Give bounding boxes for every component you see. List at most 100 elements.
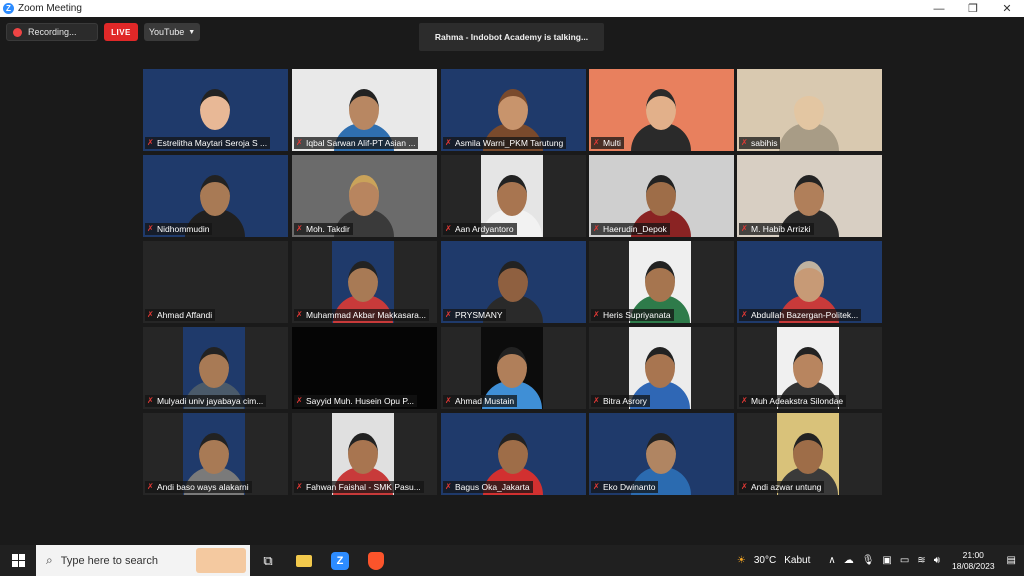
participant-tile[interactable]: ✗ sabihis xyxy=(737,69,882,151)
participant-face xyxy=(794,89,824,130)
participant-name-label: ✗ Fahwan Faishal - SMK Pasu... xyxy=(294,481,424,493)
participant-face xyxy=(349,175,379,216)
muted-mic-icon: ✗ xyxy=(147,396,154,405)
participant-name: Muh Adeakstra Silondae xyxy=(751,396,844,406)
windows-logo-icon xyxy=(11,554,25,567)
muted-mic-icon: ✗ xyxy=(296,138,303,147)
live-badge[interactable]: LIVE xyxy=(104,23,138,41)
monitor-icon[interactable]: ▣ xyxy=(882,555,891,566)
participant-face xyxy=(793,433,823,474)
participant-tile[interactable]: ✗ Heris Supriyanata xyxy=(589,241,734,323)
participant-name: Muhammad Akbar Makkasara... xyxy=(306,310,426,320)
participant-face xyxy=(199,433,229,474)
windows-taskbar: ⌕ Type here to search ⧉ Z ☀ 30°C Kabut ∧… xyxy=(0,545,1024,576)
participant-tile[interactable]: ✗ Fahwan Faishal - SMK Pasu... xyxy=(292,413,437,495)
stream-target-dropdown[interactable]: YouTube ▼ xyxy=(144,23,200,41)
participant-face xyxy=(200,175,230,216)
brave-browser-icon[interactable] xyxy=(358,545,394,576)
weather-temp[interactable]: 30°C xyxy=(754,555,776,566)
participant-tile[interactable]: ✗ Andi baso ways alakarni xyxy=(143,413,288,495)
participant-name: Mulyadi univ jayabaya cim... xyxy=(157,396,264,406)
participant-name-label: ✗ Ahmad Affandi xyxy=(145,309,216,321)
participant-name-label: ✗ M. Habib Arrizki xyxy=(739,223,814,235)
participant-name: Bagus Oka_Jakarta xyxy=(455,482,530,492)
participant-tile[interactable]: ✗ Ahmad Affandi xyxy=(143,241,288,323)
participant-name-label: ✗ Haerudin_Depok xyxy=(591,223,670,235)
participant-tile[interactable]: ✗ Nidhommudin xyxy=(143,155,288,237)
muted-mic-icon: ✗ xyxy=(593,224,600,233)
participant-face xyxy=(497,347,527,388)
muted-mic-icon: ✗ xyxy=(296,224,303,233)
zoom-app-icon[interactable]: Z xyxy=(322,545,358,576)
notification-icon[interactable]: ▤ xyxy=(1007,555,1016,566)
battery-icon[interactable]: ▭ xyxy=(900,555,909,566)
participant-face xyxy=(200,89,230,130)
muted-mic-icon: ✗ xyxy=(296,396,303,405)
participant-name-label: ✗ Andi baso ways alakarni xyxy=(145,481,252,493)
participant-name-label: ✗ Heris Supriyanata xyxy=(591,309,674,321)
participant-face xyxy=(498,261,528,302)
task-view-icon[interactable]: ⧉ xyxy=(250,545,286,576)
file-explorer-icon[interactable] xyxy=(286,545,322,576)
participant-tile[interactable]: ✗ Muh Adeakstra Silondae xyxy=(737,327,882,409)
participant-tile[interactable]: ✗ Mulyadi univ jayabaya cim... xyxy=(143,327,288,409)
participant-face xyxy=(498,433,528,474)
participant-name: Ahmad Affandi xyxy=(157,310,213,320)
muted-mic-icon: ✗ xyxy=(445,224,452,233)
participant-tile[interactable]: ✗ Muhammad Akbar Makkasara... xyxy=(292,241,437,323)
participant-tile[interactable]: ✗ PRYSMANY xyxy=(441,241,586,323)
microphone-icon[interactable]: 🎙︎ xyxy=(862,555,875,566)
participant-name-label: ✗ Sayyid Muh. Husein Opu P... xyxy=(294,395,418,407)
chevron-up-icon[interactable]: ∧ xyxy=(828,555,835,566)
muted-mic-icon: ✗ xyxy=(445,396,452,405)
participant-name-label: ✗ Bitra Asrory xyxy=(591,395,650,407)
participant-name-label: ✗ Muh Adeakstra Silondae xyxy=(739,395,847,407)
participant-tile[interactable]: ✗ Sayyid Muh. Husein Opu P... xyxy=(292,327,437,409)
muted-mic-icon: ✗ xyxy=(445,138,452,147)
minimize-button[interactable]: — xyxy=(922,0,956,17)
participant-tile[interactable]: ✗ Abdullah Bazergan-Politek... xyxy=(737,241,882,323)
close-button[interactable]: ✕ xyxy=(990,0,1024,17)
participant-name-label: ✗ PRYSMANY xyxy=(443,309,506,321)
cloud-recording-icon xyxy=(13,27,22,37)
weather-desc[interactable]: Kabut xyxy=(784,555,810,566)
participant-tile[interactable]: ✗ Iqbal Sarwan Alif-PT Asian ... xyxy=(292,69,437,151)
recording-label: Recording... xyxy=(28,27,77,37)
participant-tile[interactable]: ✗ Estrelitha Maytari Seroja S ... xyxy=(143,69,288,151)
participant-face xyxy=(348,433,378,474)
cloud-icon[interactable]: ☁ xyxy=(844,555,854,566)
participant-tile[interactable]: ✗ Eko Dwinanto xyxy=(589,413,734,495)
caret-down-icon: ▼ xyxy=(188,28,196,36)
participant-tile[interactable]: ✗ Haerudin_Depok xyxy=(589,155,734,237)
meeting-area: Recording... LIVE YouTube ▼ Rahma - Indo… xyxy=(0,17,1024,545)
participant-tile[interactable]: ✗ Ahmad Mustain xyxy=(441,327,586,409)
participant-tile[interactable]: ✗ M. Habib Arrizki xyxy=(737,155,882,237)
wifi-icon[interactable]: ≋ xyxy=(917,555,925,566)
participant-tile[interactable]: ✗ Asmila Warni_PKM Tarutung xyxy=(441,69,586,151)
active-speaker-banner: Rahma - Indobot Academy is talking... xyxy=(419,23,604,51)
participant-tile[interactable]: ✗ Multi xyxy=(589,69,734,151)
participant-name: sabihis xyxy=(751,138,778,148)
recording-indicator[interactable]: Recording... xyxy=(6,23,98,41)
participant-name: Iqbal Sarwan Alif-PT Asian ... xyxy=(306,138,416,148)
weather-icon[interactable]: ☀ xyxy=(737,555,746,566)
participant-name-label: ✗ Aan Ardyantoro xyxy=(443,223,517,235)
start-button[interactable] xyxy=(0,545,36,576)
muted-mic-icon: ✗ xyxy=(593,396,600,405)
muted-mic-icon: ✗ xyxy=(593,482,600,491)
participant-tile[interactable]: ✗ Andi azwar untung xyxy=(737,413,882,495)
taskbar-search-box[interactable]: ⌕ Type here to search xyxy=(36,545,250,576)
taskbar-clock[interactable]: 21:00 18/08/2023 xyxy=(952,550,995,572)
participant-name-label: ✗ Andi azwar untung xyxy=(739,481,825,493)
participant-name: Aan Ardyantoro xyxy=(455,224,514,234)
participant-name: Eko Dwinanto xyxy=(603,482,656,492)
participant-name: Nidhommudin xyxy=(157,224,210,234)
restore-button[interactable]: ❐ xyxy=(956,0,990,17)
participant-name: Estrelitha Maytari Seroja S ... xyxy=(157,138,268,148)
participant-name: Andi azwar untung xyxy=(751,482,822,492)
participant-tile[interactable]: ✗ Bitra Asrory xyxy=(589,327,734,409)
participant-tile[interactable]: ✗ Aan Ardyantoro xyxy=(441,155,586,237)
speaker-icon[interactable]: 🔊︎ xyxy=(934,555,940,566)
participant-tile[interactable]: ✗ Bagus Oka_Jakarta xyxy=(441,413,586,495)
participant-tile[interactable]: ✗ Moh. Takdir xyxy=(292,155,437,237)
